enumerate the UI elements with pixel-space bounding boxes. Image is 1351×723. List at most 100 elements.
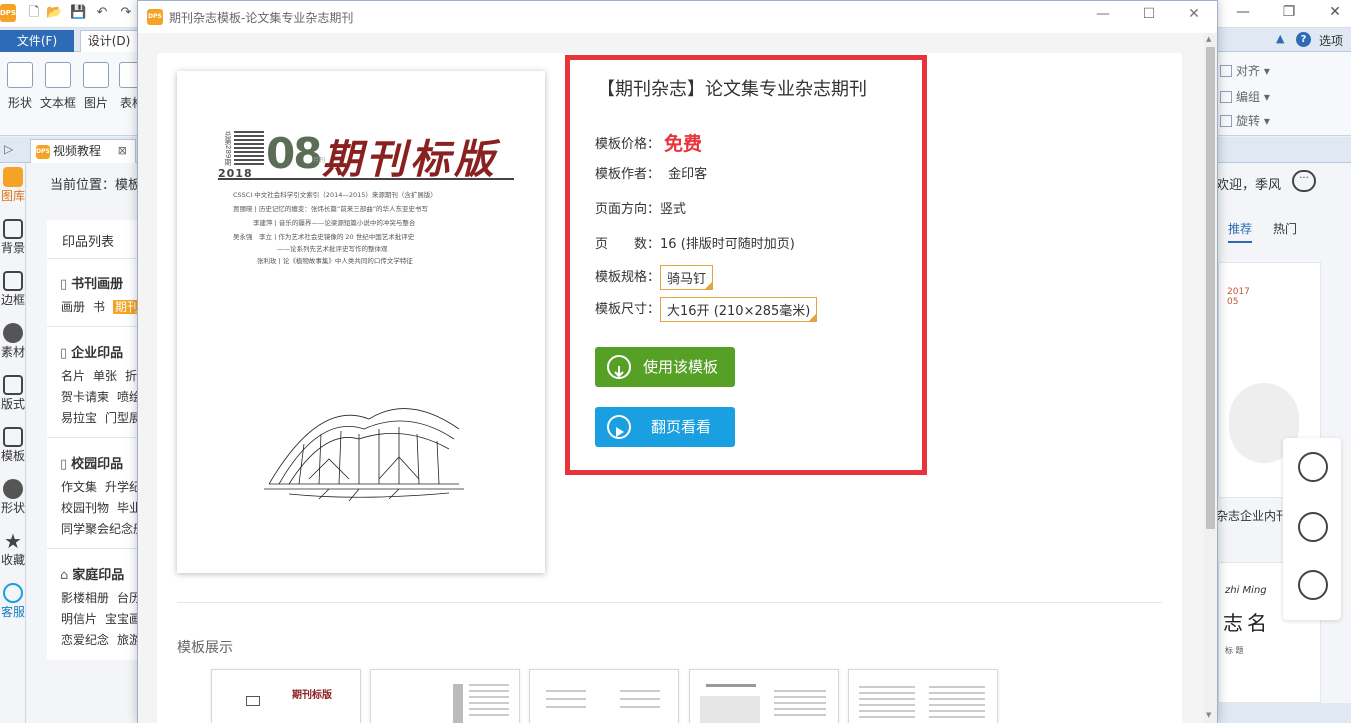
undo-icon[interactable]: ↶: [94, 5, 110, 21]
category-campus[interactable]: ▯ 校园印品: [60, 453, 123, 472]
textbox-button[interactable]: 文本框: [38, 62, 78, 111]
download-icon: [607, 355, 631, 379]
dialog-maximize-icon[interactable]: ☐: [1134, 6, 1164, 22]
subitem-book[interactable]: 书: [93, 300, 105, 314]
tab-design[interactable]: 设计(D): [80, 30, 138, 52]
tab-hot[interactable]: 热门: [1273, 220, 1297, 237]
size-option[interactable]: 大16开 (210×285毫米): [660, 297, 818, 322]
scrollbar-thumb[interactable]: [1206, 47, 1215, 529]
nav-gallery[interactable]: 图库: [0, 167, 26, 203]
category-enterprise[interactable]: ▯ 企业印品: [60, 342, 123, 361]
pages-value: 16 (排版时可随时加页): [660, 237, 795, 252]
category-family[interactable]: ⌂ 家庭印品: [60, 564, 124, 583]
dialog-close-icon[interactable]: ✕: [1179, 6, 1209, 22]
cover-toc-line: 贾丽晓 | 历史记忆的嬗变：张炜长篇“前来三部曲”的华人东亚史书写: [233, 205, 429, 213]
wechat-icon[interactable]: [1298, 512, 1328, 542]
nav-material[interactable]: 素材: [0, 323, 26, 359]
flip-preview-button[interactable]: 翻页看看: [595, 407, 735, 447]
section-divider: [177, 602, 1162, 603]
app-minimize-icon[interactable]: —: [1228, 4, 1258, 20]
subitem-greeting[interactable]: 贺卡请柬: [61, 390, 109, 404]
nav-service[interactable]: 客服: [0, 583, 26, 619]
thumb2-text: zhi Ming: [1225, 585, 1267, 596]
help-icon[interactable]: ?: [1296, 32, 1311, 47]
breadcrumb: 当前位置：模板: [50, 178, 142, 193]
nav-favorites-label: 收藏: [0, 553, 25, 567]
options-menu[interactable]: 选项: [1319, 32, 1343, 49]
app-logo: DPS: [0, 4, 16, 22]
category-campus-label: 校园印品: [71, 457, 124, 472]
textbox-icon: [45, 62, 71, 88]
pages-label: 页 数：: [595, 237, 661, 252]
tab-video-tutorial[interactable]: DPS 视频教程 ⊠: [30, 139, 136, 163]
subitem-postcard[interactable]: 明信片: [61, 612, 97, 626]
subitem-card[interactable]: 名片: [61, 369, 85, 383]
spec-option[interactable]: 骑马钉: [660, 265, 714, 290]
subitem-photo-album[interactable]: 影楼相册: [61, 591, 109, 605]
product-list-title: 印品列表: [62, 235, 115, 250]
shape-button[interactable]: 形状: [0, 62, 40, 111]
nav-border[interactable]: 边框: [0, 271, 26, 307]
dialog-minimize-icon[interactable]: —: [1088, 6, 1118, 22]
service-chat-icon: [3, 583, 23, 603]
subitem-album[interactable]: 画册: [61, 300, 85, 314]
showcase-thumb-5[interactable]: [848, 669, 998, 723]
use-template-button[interactable]: 使用该模板: [595, 347, 735, 387]
template-heading: 【期刊杂志】论文集专业杂志期刊: [597, 79, 867, 100]
scroll-down-icon[interactable]: ▼: [1206, 711, 1211, 719]
scroll-up-icon[interactable]: ▲: [1206, 35, 1211, 43]
thumb-lines: [620, 690, 660, 692]
new-file-icon[interactable]: 🗋: [26, 5, 42, 21]
collapse-ribbon-icon[interactable]: ▲: [1276, 32, 1284, 45]
thumb-lines: [469, 684, 509, 686]
nav-layout[interactable]: 版式: [0, 375, 26, 411]
align-button[interactable]: 对齐 ▾: [1220, 62, 1270, 79]
message-icon[interactable]: ···: [1292, 170, 1316, 192]
dialog-scrollbar[interactable]: ▲ ▼: [1204, 33, 1217, 723]
showcase-thumb-2[interactable]: [370, 669, 520, 723]
tab-recommend[interactable]: 推荐: [1228, 220, 1253, 243]
recommend-caption: 杂志企业内刊: [1216, 509, 1289, 523]
price-value: 免费: [664, 133, 703, 155]
dialog-body: 总第289期 2018 08 月刊 期刊标版 CSSCI 中文社会科学引文索引（…: [138, 33, 1206, 723]
rotate-button[interactable]: 旋转 ▾: [1220, 112, 1270, 129]
app-close-icon[interactable]: ✕: [1320, 4, 1350, 20]
nav-favorites[interactable]: ★ 收藏: [0, 531, 26, 567]
dps-icon: DPS: [36, 145, 50, 159]
nav-material-label: 素材: [0, 345, 25, 359]
group-icon: [1220, 91, 1232, 103]
thumb-bar: [453, 684, 463, 723]
subitem-love[interactable]: 恋爱纪念: [61, 633, 109, 647]
nav-background[interactable]: 背景: [0, 219, 26, 255]
save-icon[interactable]: 💾: [70, 5, 86, 21]
open-folder-icon[interactable]: 📂: [46, 5, 62, 21]
cover-title: 期刊标版: [322, 136, 498, 183]
showcase-thumb-1[interactable]: 期刊标版: [211, 669, 361, 723]
nav-layout-label: 版式: [0, 397, 25, 411]
app-restore-icon[interactable]: ❐: [1274, 4, 1304, 20]
headset-icon[interactable]: [1298, 570, 1328, 600]
image-button[interactable]: 图片: [76, 62, 116, 111]
nav-shape[interactable]: 形状: [0, 479, 26, 515]
subitem-reunion[interactable]: 同学聚会纪念册: [61, 522, 145, 536]
subitem-rollup[interactable]: 易拉宝: [61, 411, 97, 425]
redo-icon[interactable]: ↷: [118, 5, 134, 21]
close-tab-icon[interactable]: ⊠: [118, 140, 127, 162]
sidebar-toggle-icon[interactable]: ▷: [4, 142, 13, 156]
zoom-statusbar[interactable]: [1218, 703, 1351, 723]
cover-issue-number: 08: [266, 129, 322, 178]
qq-icon[interactable]: [1298, 452, 1328, 482]
subitem-flyer[interactable]: 单张: [93, 369, 117, 383]
subitem-essay[interactable]: 作文集: [61, 480, 97, 494]
showcase-thumb-4[interactable]: [689, 669, 839, 723]
orientation-row: 页面方向：竖式: [595, 198, 686, 217]
size-row: 模板尺寸： 大16开 (210×285毫米): [595, 297, 818, 322]
tab-file[interactable]: 文件(F): [0, 30, 74, 52]
pages-row: 页 数：16 (排版时可随时加页): [595, 233, 795, 252]
nav-template[interactable]: 模板: [0, 427, 26, 463]
showcase-thumb-3[interactable]: [529, 669, 679, 723]
cover-preview[interactable]: 总第289期 2018 08 月刊 期刊标版 CSSCI 中文社会科学引文索引（…: [177, 71, 545, 573]
subitem-campus-journal[interactable]: 校园刊物: [61, 501, 109, 515]
group-button[interactable]: 编组 ▾: [1220, 88, 1270, 105]
category-books[interactable]: ▯ 书刊画册: [60, 273, 123, 292]
